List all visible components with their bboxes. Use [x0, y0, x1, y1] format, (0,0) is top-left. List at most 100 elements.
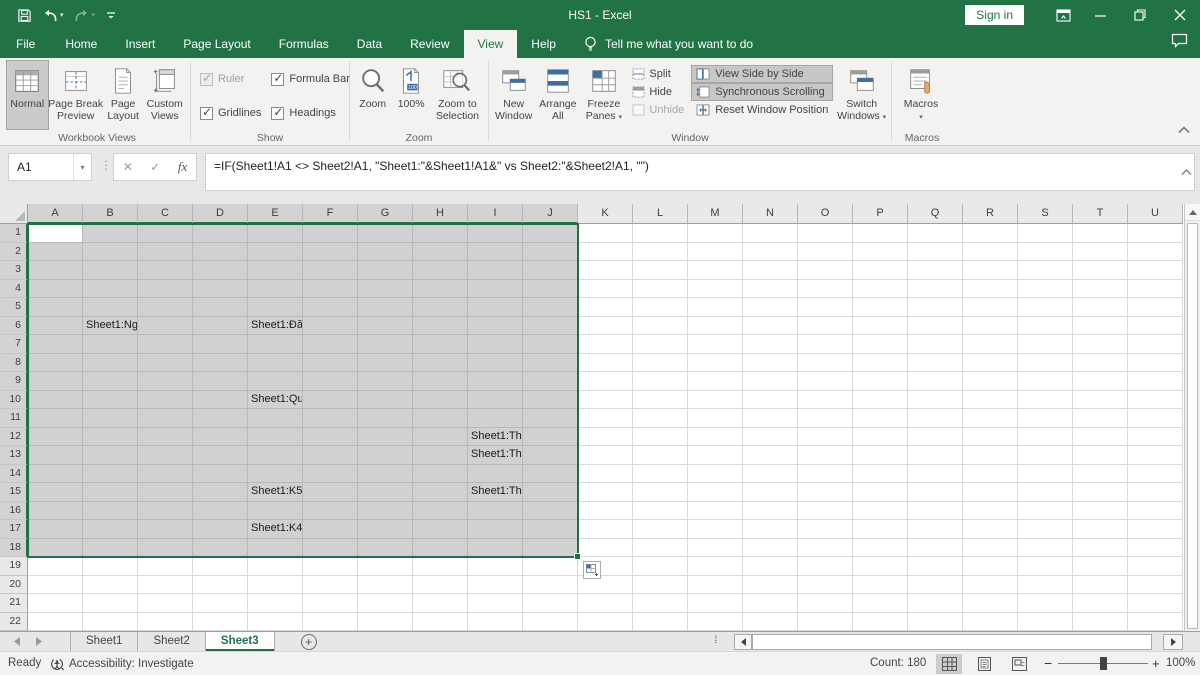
cell-M18[interactable] [688, 539, 743, 558]
cell-I20[interactable] [468, 576, 523, 595]
cell-P20[interactable] [853, 576, 908, 595]
cell-S8[interactable] [1018, 354, 1073, 373]
minimize-icon[interactable] [1080, 0, 1120, 30]
cell-N12[interactable] [743, 428, 798, 447]
cell-D20[interactable] [193, 576, 248, 595]
cell-I16[interactable] [468, 502, 523, 521]
cell-G19[interactable] [358, 557, 413, 576]
column-header-F[interactable]: F [303, 204, 358, 224]
cell-U12[interactable] [1128, 428, 1183, 447]
cell-S5[interactable] [1018, 298, 1073, 317]
cell-T8[interactable] [1073, 354, 1128, 373]
row-header-18[interactable]: 18 [0, 539, 28, 558]
cell-N14[interactable] [743, 465, 798, 484]
status-page-break-preview-button[interactable] [1006, 654, 1032, 674]
cell-Q21[interactable] [908, 594, 963, 613]
cell-L16[interactable] [633, 502, 688, 521]
cell-O18[interactable] [798, 539, 853, 558]
cell-T19[interactable] [1073, 557, 1128, 576]
cell-E1[interactable] [248, 224, 303, 243]
cell-A7[interactable] [28, 335, 83, 354]
checkbox-ruler[interactable]: Ruler [200, 69, 261, 89]
cell-C11[interactable] [138, 409, 193, 428]
cell-E18[interactable] [248, 539, 303, 558]
row-header-11[interactable]: 11 [0, 409, 28, 428]
cell-G5[interactable] [358, 298, 413, 317]
cell-K1[interactable] [578, 224, 633, 243]
freeze-panes-button[interactable]: Freeze Panes ▾ [580, 61, 627, 129]
cell-S11[interactable] [1018, 409, 1073, 428]
accessibility-status[interactable]: Accessibility: Investigate [50, 652, 194, 675]
cell-A11[interactable] [28, 409, 83, 428]
cell-J12[interactable] [523, 428, 578, 447]
cell-A2[interactable] [28, 243, 83, 262]
cell-P16[interactable] [853, 502, 908, 521]
cell-H4[interactable] [413, 280, 468, 299]
arrange-all-button[interactable]: Arrange All [535, 61, 580, 129]
close-icon[interactable] [1160, 0, 1200, 30]
cell-L7[interactable] [633, 335, 688, 354]
cell-O17[interactable] [798, 520, 853, 539]
cell-N16[interactable] [743, 502, 798, 521]
cell-O15[interactable] [798, 483, 853, 502]
cell-A16[interactable] [28, 502, 83, 521]
row-header-4[interactable]: 4 [0, 280, 28, 299]
cell-C5[interactable] [138, 298, 193, 317]
cell-B11[interactable] [83, 409, 138, 428]
cell-S14[interactable] [1018, 465, 1073, 484]
cell-R7[interactable] [963, 335, 1018, 354]
custom-views-button[interactable]: Custom Views [142, 61, 187, 129]
row-header-7[interactable]: 7 [0, 335, 28, 354]
insert-function-icon[interactable]: fx [178, 159, 187, 175]
cell-C1[interactable] [138, 224, 193, 243]
ribbon-tab-home[interactable]: Home [51, 30, 111, 58]
cell-L17[interactable] [633, 520, 688, 539]
cell-F3[interactable] [303, 261, 358, 280]
cell-G4[interactable] [358, 280, 413, 299]
cell-K15[interactable] [578, 483, 633, 502]
cell-P5[interactable] [853, 298, 908, 317]
column-header-G[interactable]: G [358, 204, 413, 224]
ribbon-tab-data[interactable]: Data [343, 30, 396, 58]
cell-J17[interactable] [523, 520, 578, 539]
cell-G9[interactable] [358, 372, 413, 391]
column-header-N[interactable]: N [743, 204, 798, 224]
cell-I18[interactable] [468, 539, 523, 558]
cell-O22[interactable] [798, 613, 853, 632]
cell-G14[interactable] [358, 465, 413, 484]
checkbox-formula-bar[interactable]: Formula Bar [271, 69, 350, 89]
cell-E15[interactable]: Sheet1:K5 [248, 483, 303, 502]
cell-B4[interactable] [83, 280, 138, 299]
cell-E13[interactable] [248, 446, 303, 465]
cell-H13[interactable] [413, 446, 468, 465]
cell-S4[interactable] [1018, 280, 1073, 299]
cell-Q7[interactable] [908, 335, 963, 354]
cell-C9[interactable] [138, 372, 193, 391]
cell-H6[interactable] [413, 317, 468, 336]
cell-L3[interactable] [633, 261, 688, 280]
cell-F15[interactable] [303, 483, 358, 502]
cell-P3[interactable] [853, 261, 908, 280]
cell-L1[interactable] [633, 224, 688, 243]
cell-D2[interactable] [193, 243, 248, 262]
cell-M22[interactable] [688, 613, 743, 632]
tab-bar-splitter[interactable]: ⁞⁞ [714, 635, 716, 646]
cell-N3[interactable] [743, 261, 798, 280]
cell-K21[interactable] [578, 594, 633, 613]
cell-P22[interactable] [853, 613, 908, 632]
cell-D5[interactable] [193, 298, 248, 317]
cell-E19[interactable] [248, 557, 303, 576]
row-header-20[interactable]: 20 [0, 576, 28, 595]
cell-B12[interactable] [83, 428, 138, 447]
cell-A18[interactable] [28, 539, 83, 558]
cell-H9[interactable] [413, 372, 468, 391]
cell-U3[interactable] [1128, 261, 1183, 280]
cell-O5[interactable] [798, 298, 853, 317]
cell-D15[interactable] [193, 483, 248, 502]
cell-T1[interactable] [1073, 224, 1128, 243]
new-sheet-button[interactable]: + [301, 634, 317, 650]
restore-icon[interactable] [1120, 0, 1160, 30]
cell-E5[interactable] [248, 298, 303, 317]
cell-U6[interactable] [1128, 317, 1183, 336]
cell-C14[interactable] [138, 465, 193, 484]
